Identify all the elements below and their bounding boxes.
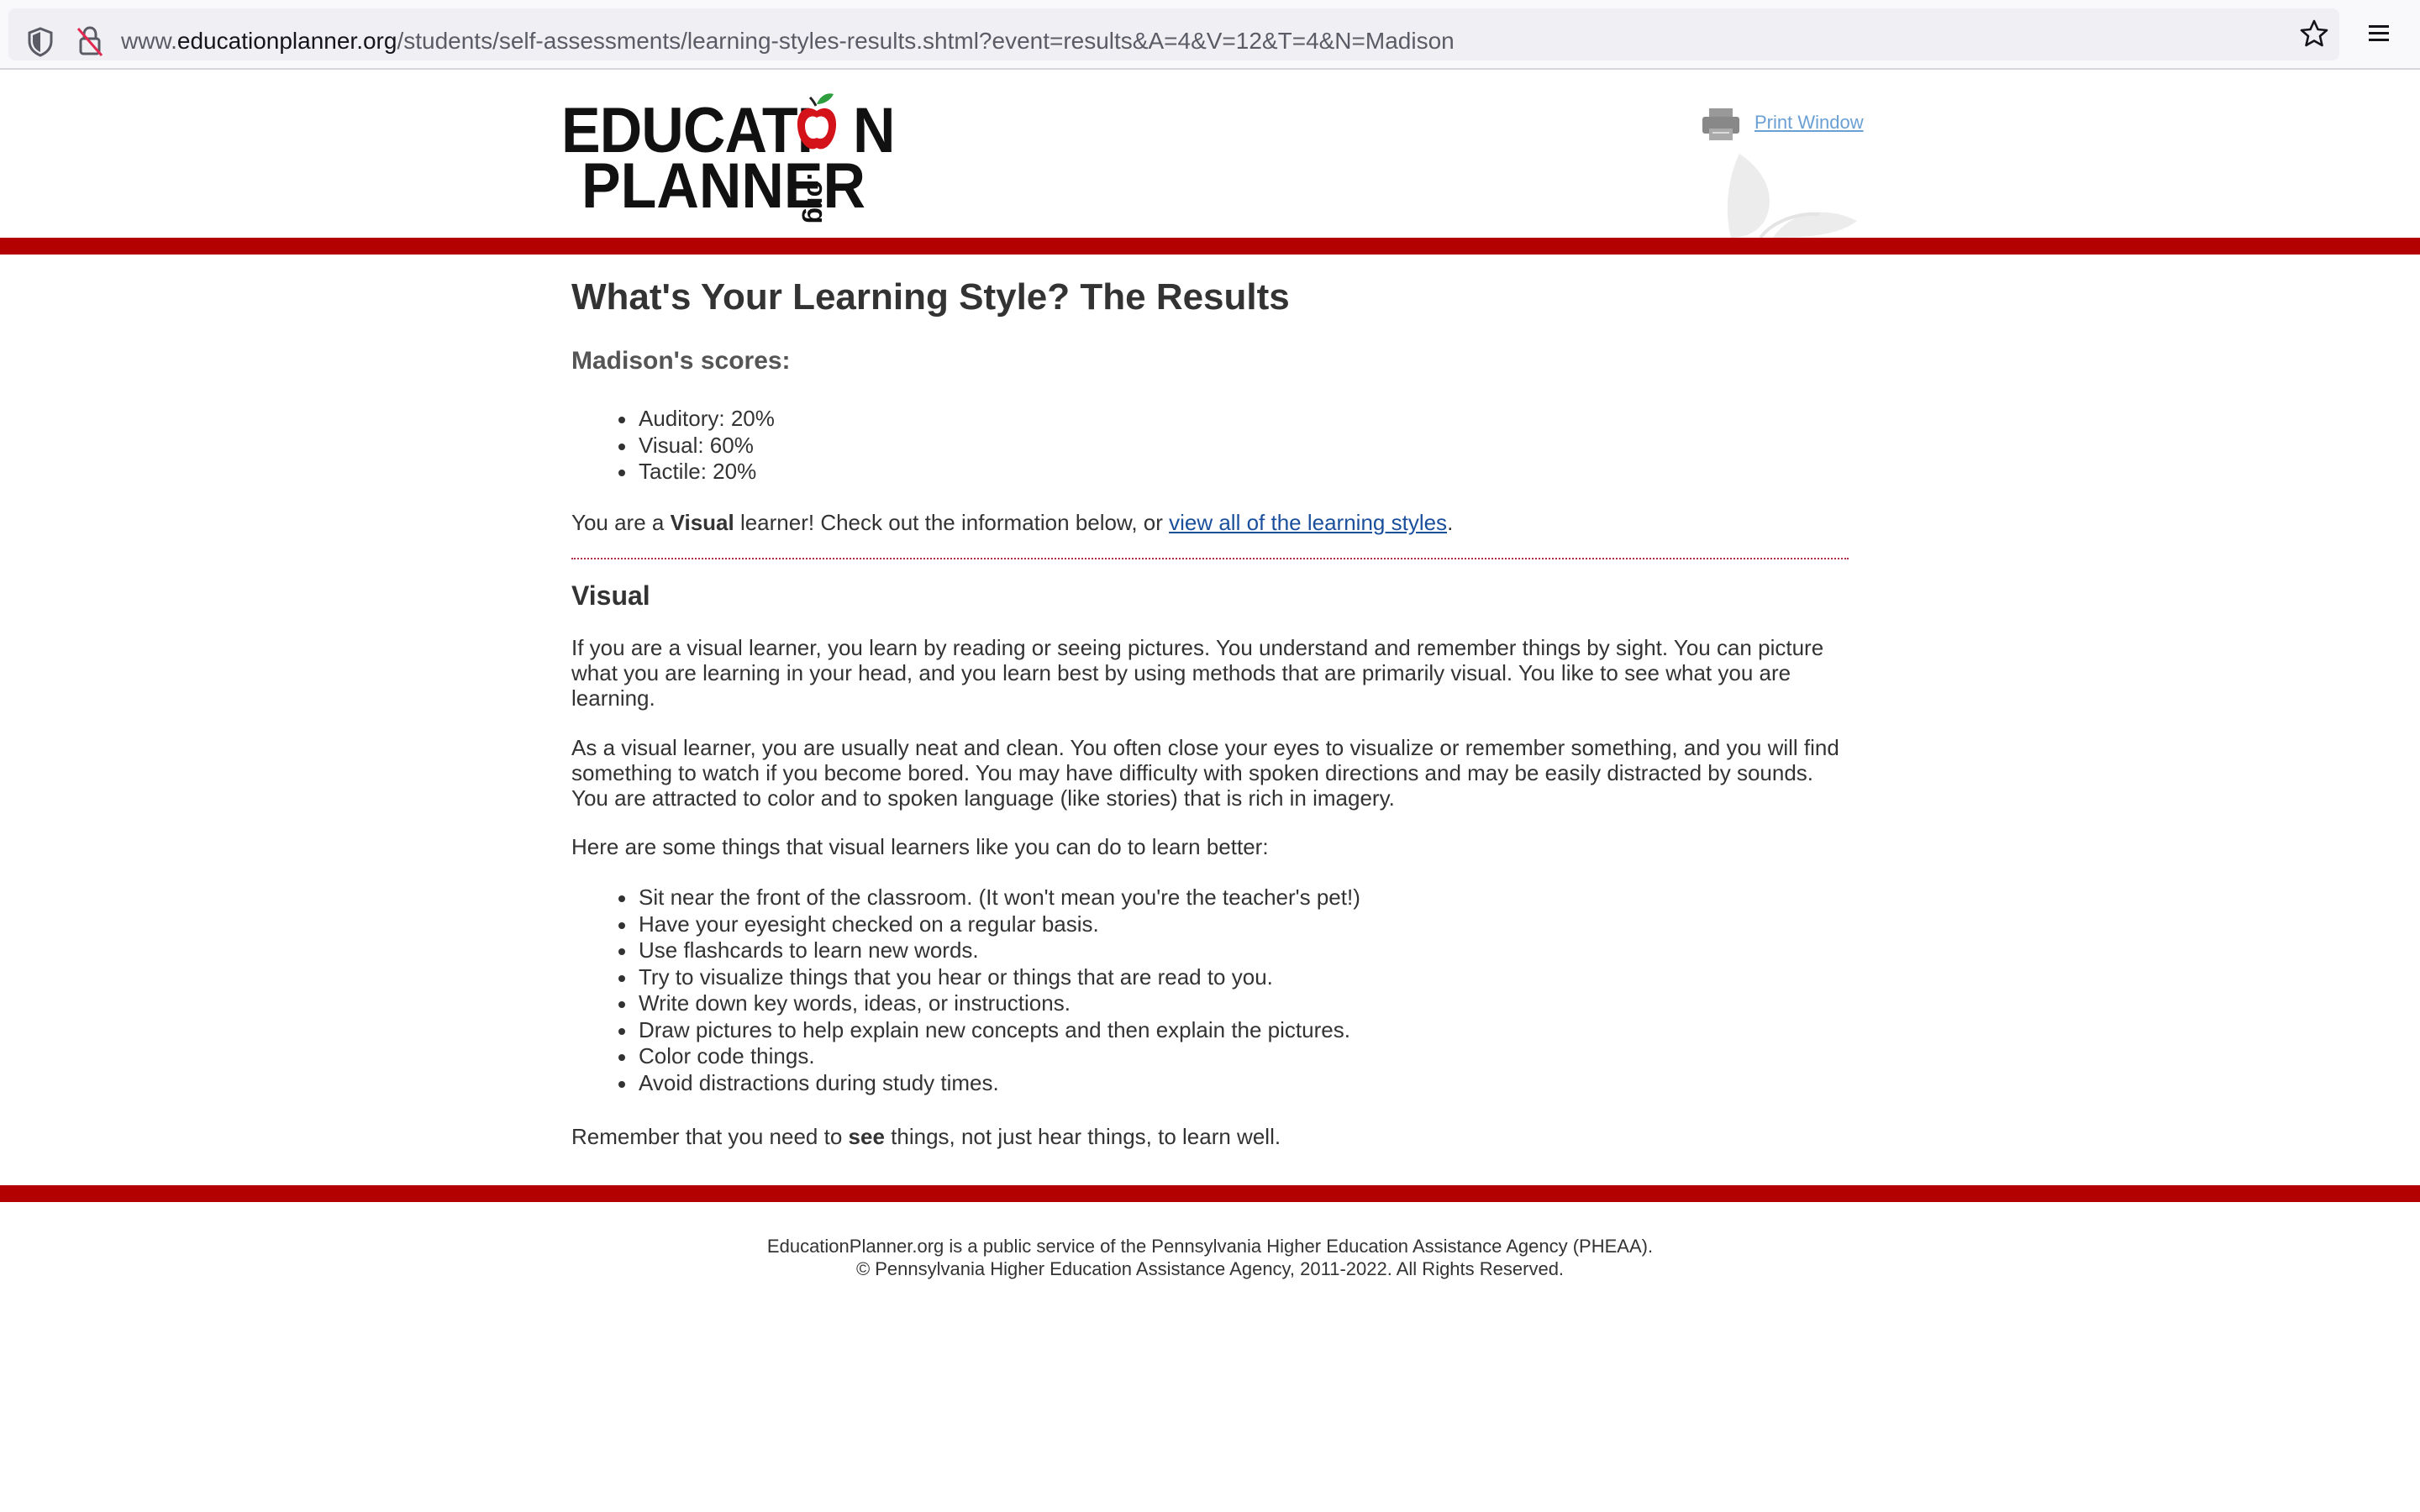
site-header: EDUCATI N PLANNER .org Print Window: [0, 70, 2420, 239]
tip-item: Sit near the front of the classroom. (It…: [571, 885, 1360, 911]
emphasis-see: see: [848, 1124, 885, 1149]
print-window-link[interactable]: Print Window: [1754, 112, 1864, 134]
printer-icon[interactable]: [1701, 107, 1741, 146]
closing-statement: Remember that you need to see things, no…: [571, 1124, 1281, 1149]
header-divider-bar: [0, 238, 2420, 255]
tip-item: Use flashcards to learn new words.: [571, 937, 1360, 964]
tips-intro: Here are some things that visual learner…: [571, 834, 1269, 859]
tip-item: Draw pictures to help explain new concep…: [571, 1017, 1360, 1044]
url-prefix: www.: [121, 28, 177, 54]
url-domain: educationplanner.org: [176, 28, 397, 54]
menu-icon[interactable]: [2366, 22, 2391, 50]
footer-copyright: © Pennsylvania Higher Education Assistan…: [855, 1258, 1565, 1279]
score-item: Tactile: 20%: [571, 459, 775, 486]
address-bar[interactable]: www.educationplanner.org/students/self-a…: [8, 8, 2339, 60]
scores-list: Auditory: 20% Visual: 60% Tactile: 20%: [571, 406, 775, 486]
browser-toolbar: www.educationplanner.org/students/self-a…: [0, 0, 2420, 70]
shield-icon[interactable]: [27, 27, 54, 61]
result-statement: You are a Visual learner! Check out the …: [571, 510, 1454, 535]
star-icon[interactable]: [2299, 18, 2329, 53]
tip-item: Write down key words, ideas, or instruct…: [571, 990, 1360, 1017]
description-paragraph-2: As a visual learner, you are usually nea…: [571, 735, 1839, 811]
section-divider: [571, 558, 1849, 559]
score-item: Visual: 60%: [571, 433, 775, 459]
score-item: Auditory: 20%: [571, 406, 775, 433]
tip-item: Have your eyesight checked on a regular …: [571, 911, 1360, 938]
page-title: What's Your Learning Style? The Results: [571, 276, 1290, 318]
tips-list: Sit near the front of the classroom. (It…: [571, 885, 1360, 1096]
description-paragraph-1: If you are a visual learner, you learn b…: [571, 635, 1824, 711]
style-heading: Visual: [571, 580, 650, 611]
learner-type: Visual: [670, 510, 734, 535]
url-path: /students/self-assessments/learning-styl…: [397, 28, 1455, 54]
tip-item: Try to visualize things that you hear or…: [571, 964, 1360, 991]
leaf-icon: [1681, 154, 1865, 242]
footer-line-1: EducationPlanner.org is a public service…: [766, 1236, 1654, 1257]
url-text[interactable]: www.educationplanner.org/students/self-a…: [121, 27, 1455, 55]
view-all-styles-link[interactable]: view all of the learning styles: [1169, 510, 1447, 535]
logo-org: .org: [802, 173, 832, 224]
logo[interactable]: EDUCATI N PLANNER .org: [561, 92, 895, 223]
tip-item: Avoid distractions during study times.: [571, 1070, 1360, 1097]
site-footer: EducationPlanner.org is a public service…: [0, 1235, 2420, 1280]
scores-heading: Madison's scores:: [571, 347, 791, 375]
footer-divider-bar: [0, 1185, 2420, 1202]
lock-slash-icon[interactable]: [76, 25, 104, 61]
tip-item: Color code things.: [571, 1043, 1360, 1070]
